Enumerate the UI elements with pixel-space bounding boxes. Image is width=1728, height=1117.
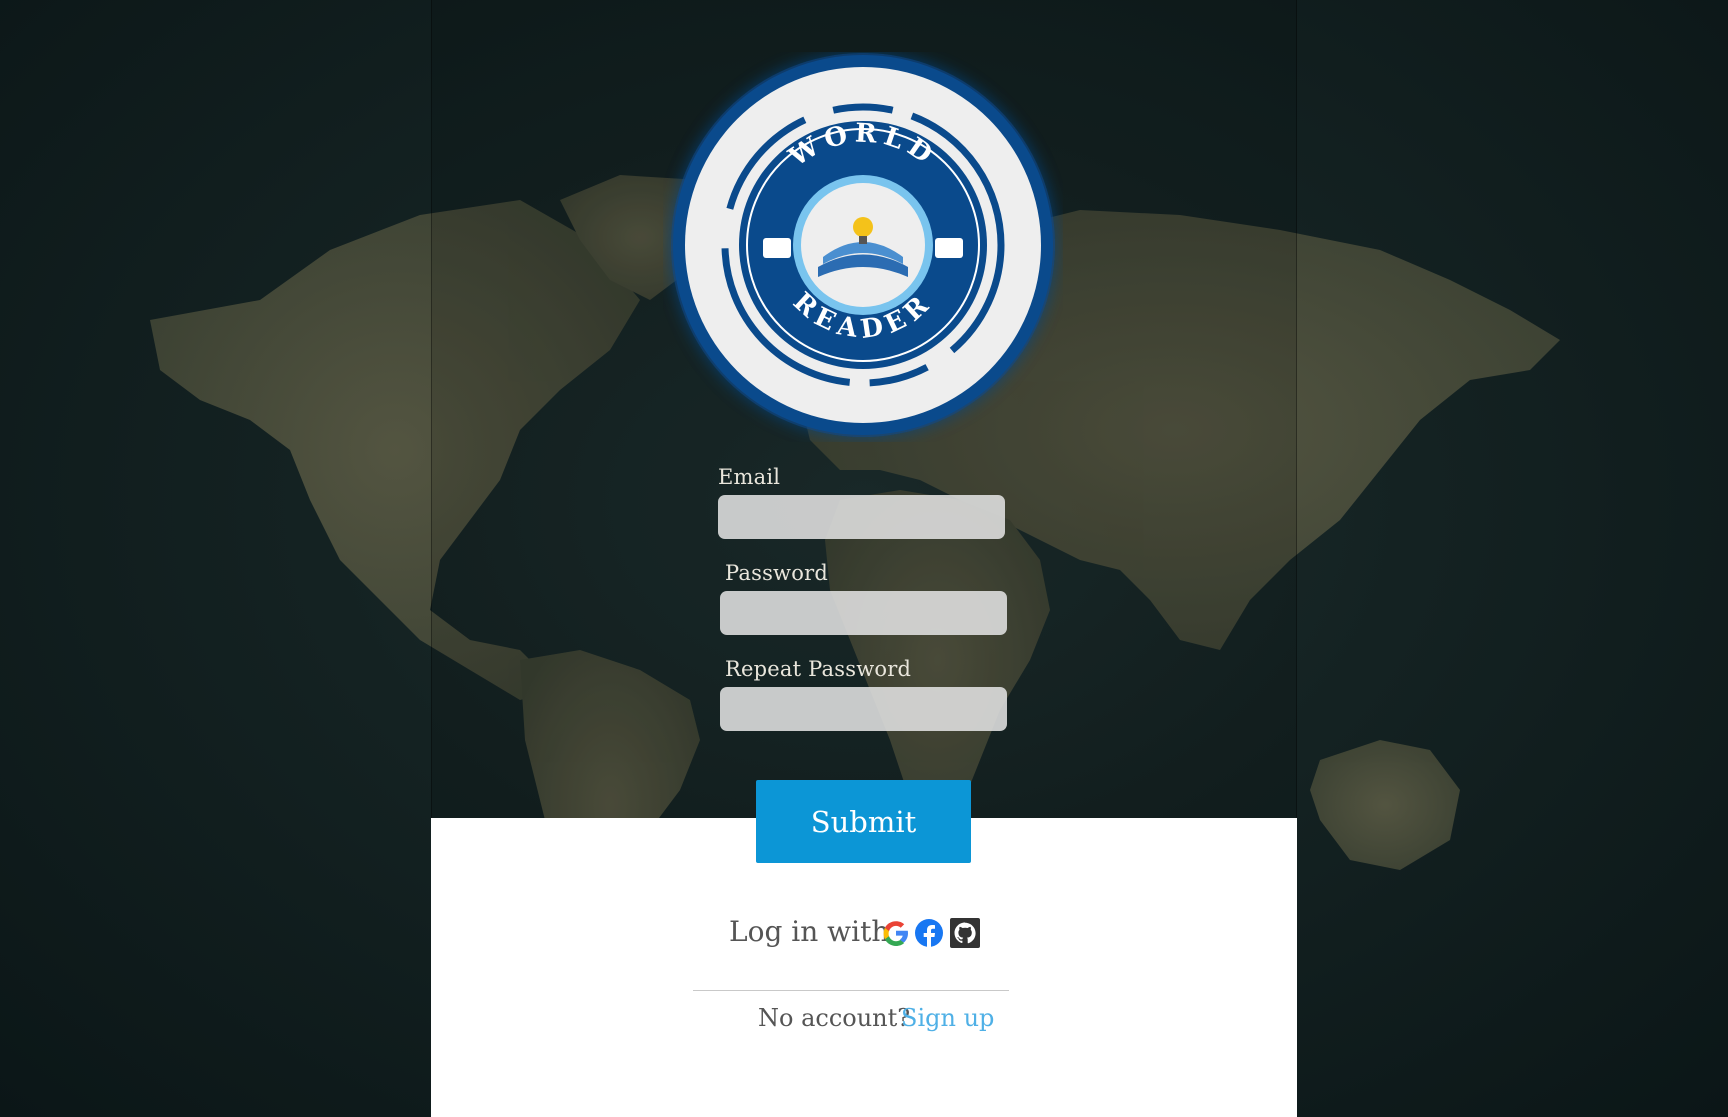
google-icon[interactable] xyxy=(880,917,912,949)
email-label: Email xyxy=(718,465,781,489)
repeat-password-input[interactable] xyxy=(720,687,1007,731)
github-icon[interactable] xyxy=(949,917,981,949)
password-label: Password xyxy=(725,561,828,585)
continent-australia xyxy=(1310,740,1460,870)
world-reader-logo: WORLD READER xyxy=(671,53,1055,437)
submit-button[interactable]: Submit xyxy=(756,780,971,863)
facebook-icon[interactable] xyxy=(913,917,945,949)
login-with-label: Log in with xyxy=(729,915,890,948)
password-input[interactable] xyxy=(720,591,1007,635)
sign-up-link[interactable]: Sign up xyxy=(901,1004,994,1032)
email-input[interactable] xyxy=(718,495,1005,539)
repeat-password-label: Repeat Password xyxy=(725,657,912,681)
no-account-text: No account? xyxy=(758,1004,911,1032)
divider xyxy=(693,990,1009,991)
